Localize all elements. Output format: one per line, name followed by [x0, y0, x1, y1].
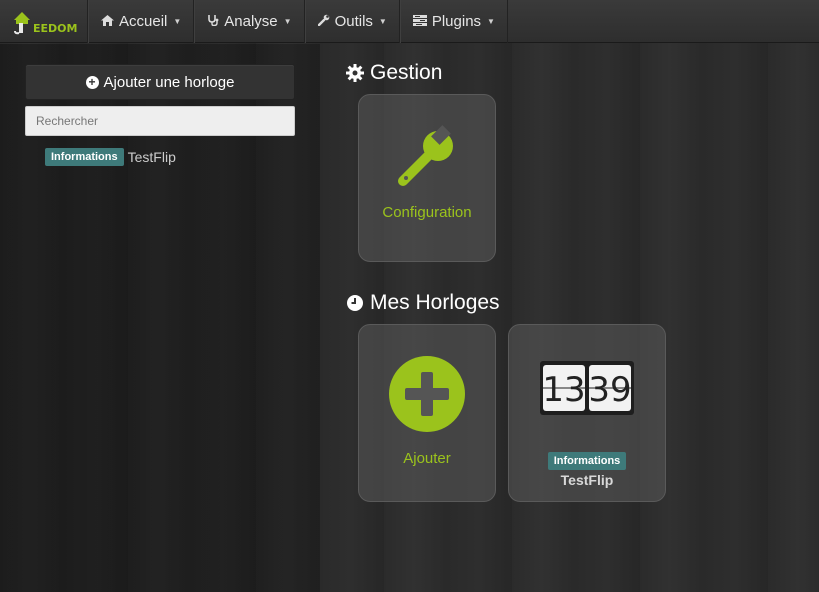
chevron-down-icon: ▼ — [487, 17, 495, 26]
flip-clock-icon: 13 39 — [540, 361, 634, 415]
nav-accueil[interactable]: Accueil ▼ — [88, 0, 195, 43]
configuration-card[interactable]: Configuration — [358, 94, 496, 262]
clock-name: TestFlip — [560, 472, 614, 488]
logo-mark: EEDOM — [12, 9, 77, 35]
clock-card-testflip[interactable]: 13 39 Informations TestFlip — [508, 324, 666, 502]
nav-plugins-label: Plugins — [431, 13, 482, 30]
flip-clock-minutes: 39 — [588, 370, 631, 410]
sidebar-item-label: TestFlip — [127, 149, 176, 165]
nav-analyse-label: Analyse — [224, 13, 278, 30]
nav-outils-label: Outils — [334, 13, 373, 30]
brand-text: EEDOM — [33, 21, 78, 35]
plus-circle-icon — [389, 356, 465, 432]
add-clock-card-label: Ajouter — [403, 450, 451, 467]
add-clock-card[interactable]: Ajouter — [358, 324, 496, 502]
clock-icon — [347, 295, 363, 311]
chevron-down-icon: ▼ — [378, 17, 387, 26]
nav-plugins[interactable]: Plugins ▼ — [399, 0, 508, 43]
add-clock-button[interactable]: + Ajouter une horloge — [25, 64, 295, 100]
wrench-icon — [317, 14, 330, 29]
nav-analyse[interactable]: Analyse ▼ — [194, 0, 305, 43]
nav-accueil-label: Accueil — [119, 13, 168, 30]
nav-outils[interactable]: Outils ▼ — [304, 0, 400, 43]
add-clock-label: Ajouter une horloge — [103, 73, 235, 91]
chevron-down-icon: ▼ — [283, 17, 292, 26]
tasks-icon — [412, 14, 427, 29]
wrench-icon — [398, 125, 453, 186]
flip-clock-hours: 13 — [542, 370, 585, 410]
horloges-title: Mes Horloges — [346, 291, 500, 315]
stethoscope-icon — [207, 14, 219, 29]
house-logo-icon — [14, 11, 30, 34]
sidebar-item-testflip[interactable]: Informations TestFlip — [45, 148, 176, 166]
home-icon — [101, 14, 114, 29]
plus-circle-icon: + — [85, 75, 99, 89]
gear-icon — [346, 64, 364, 82]
sidebar: + Ajouter une horloge Informations TestF… — [0, 44, 320, 592]
top-navbar: EEDOM Accueil ▼ Analyse ▼ Outils ▼ Plugi… — [0, 0, 819, 43]
chevron-down-icon: ▼ — [173, 17, 182, 26]
jeedom-logo[interactable]: EEDOM — [0, 0, 88, 43]
gestion-title-text: Gestion — [370, 61, 443, 84]
gestion-title: Gestion — [346, 61, 442, 85]
search-input[interactable] — [25, 106, 295, 136]
status-badge: Informations — [45, 148, 124, 166]
status-badge: Informations — [547, 452, 627, 470]
horloges-title-text: Mes Horloges — [370, 291, 500, 314]
configuration-label: Configuration — [382, 204, 472, 221]
